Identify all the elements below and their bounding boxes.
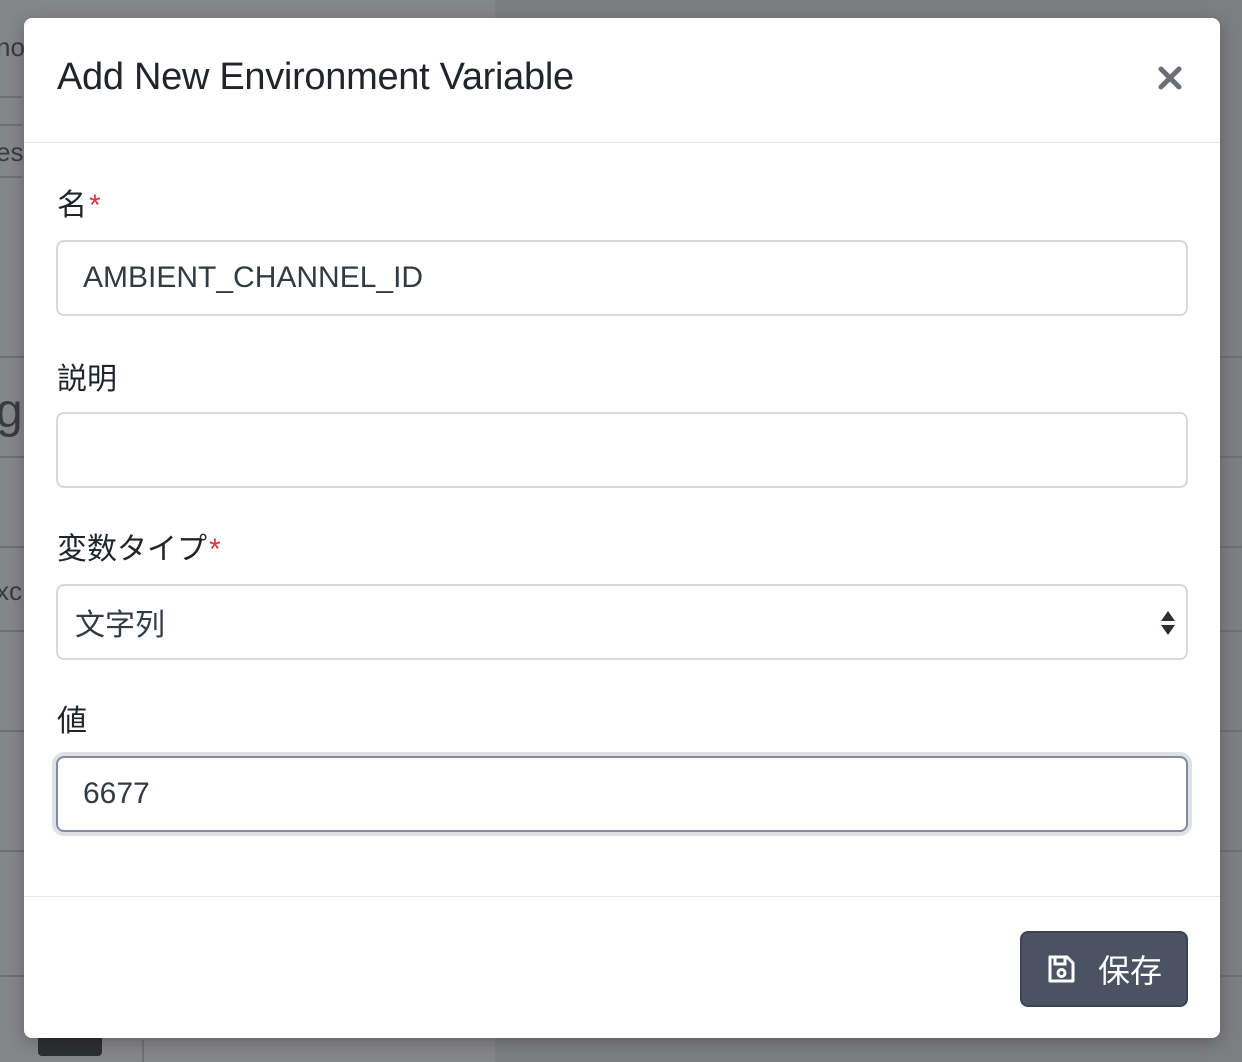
floppy-disk-icon	[1048, 955, 1075, 983]
background-text: no	[0, 32, 25, 62]
modal-footer: 保存	[24, 896, 1220, 1039]
description-label: 説明	[57, 363, 117, 396]
value-input[interactable]	[56, 756, 1188, 832]
modal-header: Add New Environment Variable	[24, 18, 1220, 143]
required-asterisk: *	[209, 533, 221, 566]
background-divider	[0, 176, 22, 178]
save-button-label: 保存	[1097, 953, 1162, 989]
background-text: xc	[0, 576, 22, 606]
variable-type-selected: 文字列	[75, 609, 165, 642]
variable-type-label-text: 変数タイプ	[57, 533, 207, 566]
variable-type-select[interactable]: 文字列	[56, 584, 1188, 660]
modal-title: Add New Environment Variable	[57, 56, 574, 98]
value-label: 値	[57, 705, 87, 738]
background-divider	[0, 96, 22, 98]
name-input[interactable]	[56, 240, 1188, 316]
background-divider	[142, 1040, 144, 1062]
variable-type-label: 変数タイプ*	[57, 524, 221, 568]
required-asterisk: *	[89, 189, 101, 222]
close-button[interactable]	[1150, 58, 1190, 98]
close-icon	[1158, 66, 1182, 90]
description-input[interactable]	[56, 412, 1188, 488]
save-button[interactable]: 保存	[1020, 931, 1188, 1007]
name-label-text: 名	[57, 189, 87, 222]
background-heading: g	[0, 385, 23, 438]
add-environment-variable-modal: Add New Environment Variable 名* 説明 変数タイプ…	[24, 18, 1220, 1038]
name-label: 名*	[57, 180, 101, 224]
background-divider	[0, 124, 22, 126]
select-arrows-icon	[1161, 611, 1175, 635]
